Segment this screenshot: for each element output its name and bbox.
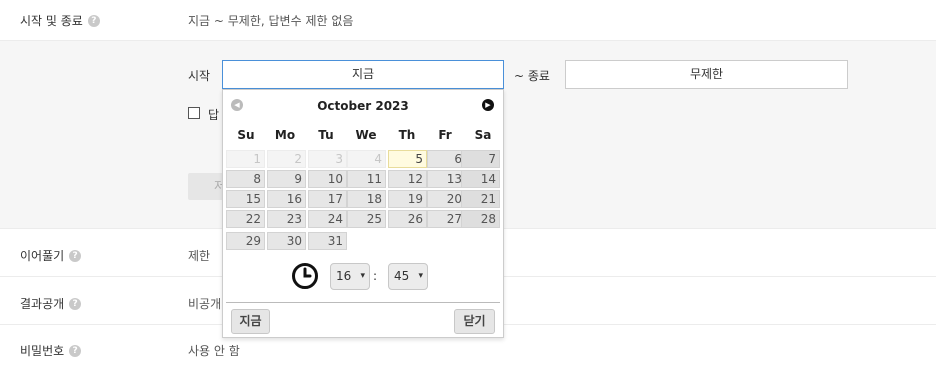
weekday-label: Sa — [474, 128, 492, 142]
resume-label-text: 이어풀기 — [20, 249, 65, 263]
day-cell[interactable]: 10 — [308, 170, 347, 188]
resume-value[interactable]: 제한 — [188, 247, 210, 264]
password-value[interactable]: 사용 안 함 — [188, 342, 240, 359]
day-cell[interactable]: 22 — [226, 210, 265, 228]
resume-label: 이어풀기 ? — [20, 247, 82, 264]
password-label-text: 비밀번호 — [20, 344, 65, 358]
day-cell[interactable]: 19 — [388, 190, 427, 208]
day-cell[interactable]: 9 — [267, 170, 306, 188]
time-separator: : — [373, 269, 378, 283]
minute-value: 45 — [394, 269, 410, 283]
next-month-icon[interactable]: ▶ — [482, 99, 494, 111]
clock-icon — [292, 263, 318, 289]
month-year-title: October 2023 — [317, 99, 409, 113]
weekday-header: Su Mo Tu We Th Fr Sa — [226, 128, 502, 144]
weekday-label: Fr — [438, 128, 452, 142]
day-cell[interactable]: 24 — [308, 210, 347, 228]
help-icon[interactable]: ? — [69, 249, 82, 262]
response-limit-label: 답 — [208, 108, 220, 122]
start-end-row: 시작 및 종료 ? 지금 ~ 무제한, 답변수 제한 없음 — [0, 0, 936, 41]
day-cell[interactable]: 23 — [267, 210, 306, 228]
end-label: ~ 종료 — [514, 69, 550, 83]
day-cell[interactable]: 26 — [388, 210, 427, 228]
day-cell[interactable]: 15 — [226, 190, 265, 208]
hour-value: 16 — [336, 269, 352, 283]
prev-month-icon[interactable]: ◀ — [231, 99, 243, 111]
day-cell-today[interactable]: 5 — [388, 150, 427, 168]
day-cell[interactable]: 8 — [226, 170, 265, 188]
day-cell: 2 — [267, 150, 306, 168]
chevron-down-icon: ▾ — [360, 271, 365, 281]
day-cell[interactable]: 14 — [461, 170, 500, 188]
close-button[interactable]: 닫기 — [454, 309, 495, 334]
response-limit-checkbox[interactable] — [188, 107, 200, 119]
day-cell[interactable]: 16 — [267, 190, 306, 208]
now-button[interactable]: 지금 — [231, 309, 270, 334]
date-picker-popup: October 2023 ◀ ▶ Su Mo Tu We Th Fr Sa 1 … — [222, 89, 504, 338]
day-cell: 4 — [347, 150, 386, 168]
day-cell[interactable]: 28 — [461, 210, 500, 228]
weekday-label: Th — [398, 128, 416, 142]
weekday-label: Tu — [318, 128, 334, 142]
day-cell[interactable]: 21 — [461, 190, 500, 208]
time-picker: 16 ▾ : 45 ▾ — [223, 261, 503, 291]
end-date-input[interactable]: 무제한 — [565, 60, 848, 89]
minute-select[interactable]: 45 ▾ — [388, 263, 428, 290]
day-cell[interactable]: 31 — [308, 232, 347, 250]
day-cell: 3 — [308, 150, 347, 168]
result-visibility-value[interactable]: 비공개 — [188, 295, 221, 312]
password-label: 비밀번호 ? — [20, 342, 82, 359]
date-picker-divider — [226, 302, 500, 303]
help-icon[interactable]: ? — [69, 344, 82, 357]
result-visibility-label: 결과공개 ? — [20, 295, 82, 312]
day-cell: 1 — [226, 150, 265, 168]
help-icon[interactable]: ? — [87, 14, 100, 27]
start-end-label: 시작 및 종료 ? — [20, 12, 100, 29]
result-visibility-label-text: 결과공개 — [20, 297, 65, 311]
date-picker-header: October 2023 ◀ ▶ — [223, 90, 503, 120]
start-date-input[interactable]: 지금 — [222, 60, 504, 89]
day-cell[interactable]: 29 — [226, 232, 265, 250]
day-cell[interactable]: 17 — [308, 190, 347, 208]
weekday-label: Mo — [274, 128, 296, 142]
start-end-label-text: 시작 및 종료 — [20, 14, 83, 28]
day-cell[interactable]: 25 — [347, 210, 386, 228]
help-icon[interactable]: ? — [69, 297, 82, 310]
day-cell[interactable]: 12 — [388, 170, 427, 188]
weekday-label: We — [355, 128, 377, 142]
hour-select[interactable]: 16 ▾ — [330, 263, 370, 290]
start-end-summary[interactable]: 지금 ~ 무제한, 답변수 제한 없음 — [188, 12, 353, 29]
day-cell[interactable]: 30 — [267, 232, 306, 250]
weekday-label: Su — [237, 128, 255, 142]
day-cell[interactable]: 18 — [347, 190, 386, 208]
chevron-down-icon: ▾ — [418, 271, 423, 281]
start-label: 시작 — [188, 69, 211, 83]
day-cell[interactable]: 11 — [347, 170, 386, 188]
day-cell[interactable]: 7 — [461, 150, 500, 168]
